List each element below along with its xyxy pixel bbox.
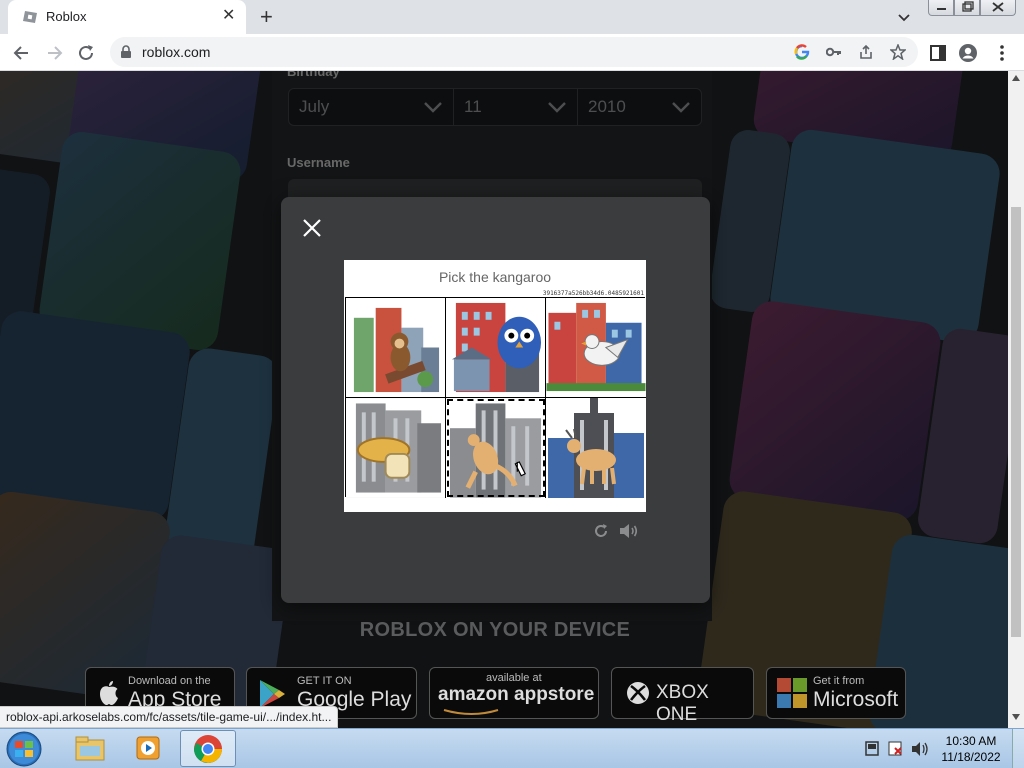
- app-store-small-text: Download on the: [128, 675, 211, 687]
- xbox-big-text: XBOX ONE: [656, 682, 709, 725]
- amazon-big-text: amazon appstore: [438, 684, 595, 705]
- amazon-small-text: available at: [486, 672, 542, 684]
- browser-menu-icon[interactable]: [992, 43, 1012, 63]
- new-tab-plus-icon[interactable]: +: [260, 6, 273, 28]
- scrollbar-thumb[interactable]: [1011, 207, 1021, 637]
- tab-close-icon[interactable]: ✕: [222, 8, 235, 24]
- reload-icon[interactable]: [76, 43, 96, 63]
- side-panel-icon[interactable]: [928, 43, 948, 63]
- address-bar[interactable]: roblox.com: [110, 37, 918, 67]
- window-minimize-button[interactable]: [928, 0, 954, 16]
- microsoft-big-text: Microsoft: [813, 688, 899, 711]
- xbox-one-badge[interactable]: XBOX ONE: [611, 667, 754, 725]
- apple-logo-icon: [100, 681, 118, 705]
- captcha-tile-goat[interactable]: [546, 398, 646, 498]
- device-heading: ROBLOX ON YOUR DEVICE: [359, 619, 631, 641]
- share-icon[interactable]: [858, 44, 874, 60]
- captcha-session-id: 3916377a526bb34d6.0485921601: [542, 290, 644, 297]
- close-icon[interactable]: [301, 217, 323, 239]
- start-button[interactable]: [4, 730, 44, 768]
- key-icon[interactable]: [826, 45, 842, 59]
- google-play-small-text: GET IT ON: [297, 675, 352, 687]
- scroll-down-arrow-icon[interactable]: [1012, 714, 1020, 720]
- audio-challenge-icon[interactable]: [619, 523, 639, 539]
- captcha-tile-owl[interactable]: [446, 298, 546, 398]
- captcha-prompt: Pick the kangaroo: [438, 269, 552, 285]
- captcha-tile-bread[interactable]: [346, 398, 446, 498]
- media-player-icon: [136, 736, 160, 760]
- profile-avatar-icon[interactable]: [958, 43, 978, 63]
- refresh-icon[interactable]: [593, 523, 609, 539]
- clock-date[interactable]: 11/18/2022: [936, 750, 1006, 764]
- clock-time[interactable]: 10:30 AM: [936, 734, 1006, 748]
- folder-icon: [75, 736, 105, 761]
- captcha-tile-kangaroo[interactable]: [446, 398, 546, 498]
- tab-title: Roblox: [46, 9, 87, 24]
- google-lens-icon[interactable]: [794, 44, 810, 60]
- captcha-challenge: Pick the kangaroo 3916377a526bb34d6.0485…: [344, 260, 646, 512]
- show-desktop-button[interactable]: [1012, 729, 1024, 768]
- window-close-button[interactable]: [980, 0, 1016, 16]
- windows-taskbar: 10:30 AM 11/18/2022: [0, 728, 1024, 768]
- taskbar-media-player[interactable]: [120, 730, 176, 767]
- lock-icon[interactable]: [120, 45, 132, 59]
- captcha-modal: Pick the kangaroo 3916377a526bb34d6.0485…: [281, 197, 710, 603]
- system-tray-icons[interactable]: [862, 739, 932, 759]
- window-restore-button[interactable]: [954, 0, 980, 16]
- status-bar-link: roblox-api.arkoselabs.com/fc/assets/tile…: [0, 706, 339, 728]
- browser-tab[interactable]: Roblox ✕: [8, 0, 246, 34]
- browser-toolbar: roblox.com: [0, 34, 1024, 71]
- page-viewport: Birthday July 11 2010 Username ROBLOX ON…: [0, 71, 1008, 728]
- forward-arrow-icon[interactable]: [44, 43, 64, 63]
- taskbar-file-explorer[interactable]: [62, 730, 118, 767]
- amazon-appstore-badge[interactable]: available at amazon appstore: [429, 667, 599, 719]
- xbox-logo-icon: [627, 682, 649, 704]
- browser-tab-strip: Roblox ✕ +: [0, 0, 1024, 34]
- microsoft-small-text: Get it from: [813, 675, 865, 687]
- url-text[interactable]: roblox.com: [142, 44, 210, 60]
- page-scrollbar[interactable]: [1008, 71, 1024, 728]
- roblox-favicon-icon: [23, 11, 37, 23]
- amazon-smile-icon: [443, 709, 499, 715]
- microsoft-store-badge[interactable]: Get it from Microsoft: [766, 667, 906, 719]
- back-arrow-icon[interactable]: [12, 43, 32, 63]
- scroll-up-arrow-icon[interactable]: [1012, 75, 1020, 81]
- tab-search-chevron-icon[interactable]: [896, 9, 912, 25]
- captcha-tile-monkey[interactable]: [346, 298, 446, 398]
- chrome-icon: [194, 735, 222, 763]
- bookmark-star-icon[interactable]: [890, 44, 906, 60]
- captcha-tile-bird[interactable]: [546, 298, 646, 398]
- microsoft-logo-icon: [777, 678, 807, 708]
- taskbar-chrome[interactable]: [180, 730, 236, 767]
- captcha-tile-grid: [345, 297, 646, 498]
